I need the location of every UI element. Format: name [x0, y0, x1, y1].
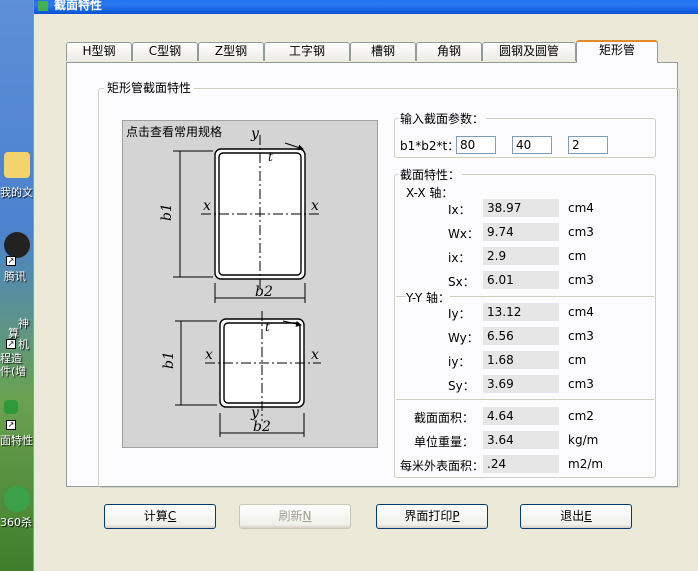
thickness-label: t: [268, 150, 273, 164]
wx-unit: cm3: [568, 225, 594, 239]
thickness-label: t: [265, 320, 270, 334]
b1-input[interactable]: [456, 136, 496, 154]
app-icon[interactable]: [4, 400, 18, 414]
b1-label: b1: [159, 203, 175, 221]
iy-unit: cm4: [568, 305, 594, 319]
calculate-hotkey: C: [167, 509, 177, 523]
rx-unit: cm: [568, 249, 587, 263]
sy-value: 3.69: [483, 375, 559, 393]
print-button[interactable]: 界面打印P: [376, 504, 488, 529]
calculate-button[interactable]: 计算C: [104, 504, 216, 529]
window-title: 截面特性: [54, 0, 103, 12]
ix-unit: cm4: [568, 201, 594, 215]
yy-axis-label: Y-Y 轴：: [406, 289, 450, 306]
shortcut-arrow-icon: ↗: [6, 256, 16, 266]
ry-value: 1.68: [483, 351, 559, 369]
app-icon: [38, 1, 48, 11]
sx-label: Sx：: [448, 275, 475, 289]
t-input[interactable]: [568, 136, 608, 154]
iy-label: Iy：: [448, 307, 471, 321]
rect-tube-group-title: 矩形管截面特性: [104, 79, 195, 96]
iy-value: 13.12: [483, 303, 559, 321]
title-bar[interactable]: 截面特性: [34, 0, 698, 14]
tab-channel[interactable]: 槽钢: [350, 42, 416, 61]
surface-area-label: 每米外表面积：: [400, 459, 485, 473]
ix-value: 38.97: [483, 199, 559, 217]
separator: [396, 399, 654, 400]
desktop-label: 机: [18, 338, 29, 351]
sy-label: Sy：: [448, 379, 475, 393]
exit-button-label: 退出: [560, 509, 585, 523]
surface-area-unit: m2/m: [568, 457, 604, 471]
b2-label: b2: [255, 284, 273, 300]
desktop-strip: 我的文 ↗ 腾讯 神 算 ↗ 机 程造 件(增 ↗ 面特性 360杀: [0, 0, 35, 571]
exit-button[interactable]: 退出E: [520, 504, 632, 529]
wy-label: Wy：: [448, 331, 479, 345]
area-value: 4.64: [483, 407, 559, 425]
ix-label: Ix：: [448, 203, 471, 217]
b2-input[interactable]: [512, 136, 552, 154]
tab-bar: H型钢 C型钢 Z型钢 工字钢 槽钢 角钢 圆钢及圆管 矩形管: [66, 40, 678, 63]
section-diagram[interactable]: 点击查看常用规格 y x x t b1 b2 x x t b1 y b2: [122, 120, 378, 448]
rect-tube-drawing: y x x t b1 b2 x x t b1 y b2: [159, 126, 321, 437]
shortcut-arrow-icon: ↗: [6, 339, 16, 349]
desktop-label: 腾讯: [4, 270, 26, 283]
xx-axis-label: X-X 轴：: [406, 186, 454, 200]
wx-value: 9.74: [483, 223, 559, 241]
sx-value: 6.01: [483, 271, 559, 289]
folder-icon[interactable]: [4, 152, 30, 178]
weight-value: 3.64: [483, 431, 559, 449]
desktop-label: 面特性: [0, 434, 33, 447]
b1-b2-t-label: b1*b2*t：: [400, 139, 460, 153]
input-params-title: 输入截面参数：: [398, 110, 487, 127]
ry-label: iy：: [448, 355, 471, 369]
x-axis-label: x: [311, 347, 319, 363]
tab-i-beam[interactable]: 工字钢: [264, 42, 350, 61]
sx-unit: cm3: [568, 273, 594, 287]
ry-unit: cm: [568, 353, 587, 367]
sy-unit: cm3: [568, 377, 594, 391]
calculate-button-label: 计算: [143, 509, 168, 523]
x-axis-label: x: [205, 347, 213, 363]
x-axis-label: x: [311, 198, 319, 214]
surface-area-value: .24: [483, 455, 559, 473]
shortcut-arrow-icon: ↗: [6, 420, 16, 430]
tab-rect-tube[interactable]: 矩形管: [576, 40, 658, 63]
b2-label: b2: [253, 419, 271, 435]
x-axis-label: x: [203, 198, 211, 214]
exit-hotkey: E: [584, 509, 592, 523]
weight-label: 单位重量：: [414, 435, 475, 449]
qq-penguin-icon[interactable]: [4, 232, 30, 258]
desktop-label: 360杀: [0, 516, 32, 529]
wy-value: 6.56: [483, 327, 559, 345]
desktop-label: 神: [18, 317, 29, 330]
shield-icon[interactable]: [4, 486, 30, 512]
desktop-label: 件(增: [0, 365, 27, 378]
desktop-label: 程造: [0, 352, 22, 365]
wx-label: Wx：: [448, 227, 479, 241]
rx-value: 2.9: [483, 247, 559, 265]
tab-h-steel[interactable]: H型钢: [66, 42, 132, 61]
area-unit: cm2: [568, 409, 594, 423]
print-button-label: 界面打印: [404, 509, 453, 523]
tab-c-steel[interactable]: C型钢: [132, 42, 198, 61]
section-properties-window: 截面特性 H型钢 C型钢 Z型钢 工字钢 槽钢 角钢 圆钢及圆管 矩形管 矩形管…: [33, 0, 698, 571]
rx-label: ix：: [448, 251, 471, 265]
refresh-hotkey: N: [302, 509, 312, 523]
weight-unit: kg/m: [568, 433, 599, 447]
refresh-button-label: 刷新: [278, 509, 303, 523]
print-hotkey: P: [452, 509, 460, 523]
tab-z-steel[interactable]: Z型钢: [198, 42, 264, 61]
refresh-button[interactable]: 刷新N: [239, 504, 351, 529]
section-props-title: 截面特性：: [398, 166, 463, 183]
area-label: 截面面积：: [414, 411, 475, 425]
b1-label: b1: [161, 351, 177, 369]
desktop-label: 我的文: [0, 186, 33, 199]
tab-round-pipe[interactable]: 圆钢及圆管: [482, 42, 576, 61]
wy-unit: cm3: [568, 329, 594, 343]
y-axis-label: y: [250, 126, 260, 142]
tab-angle[interactable]: 角钢: [416, 42, 482, 61]
